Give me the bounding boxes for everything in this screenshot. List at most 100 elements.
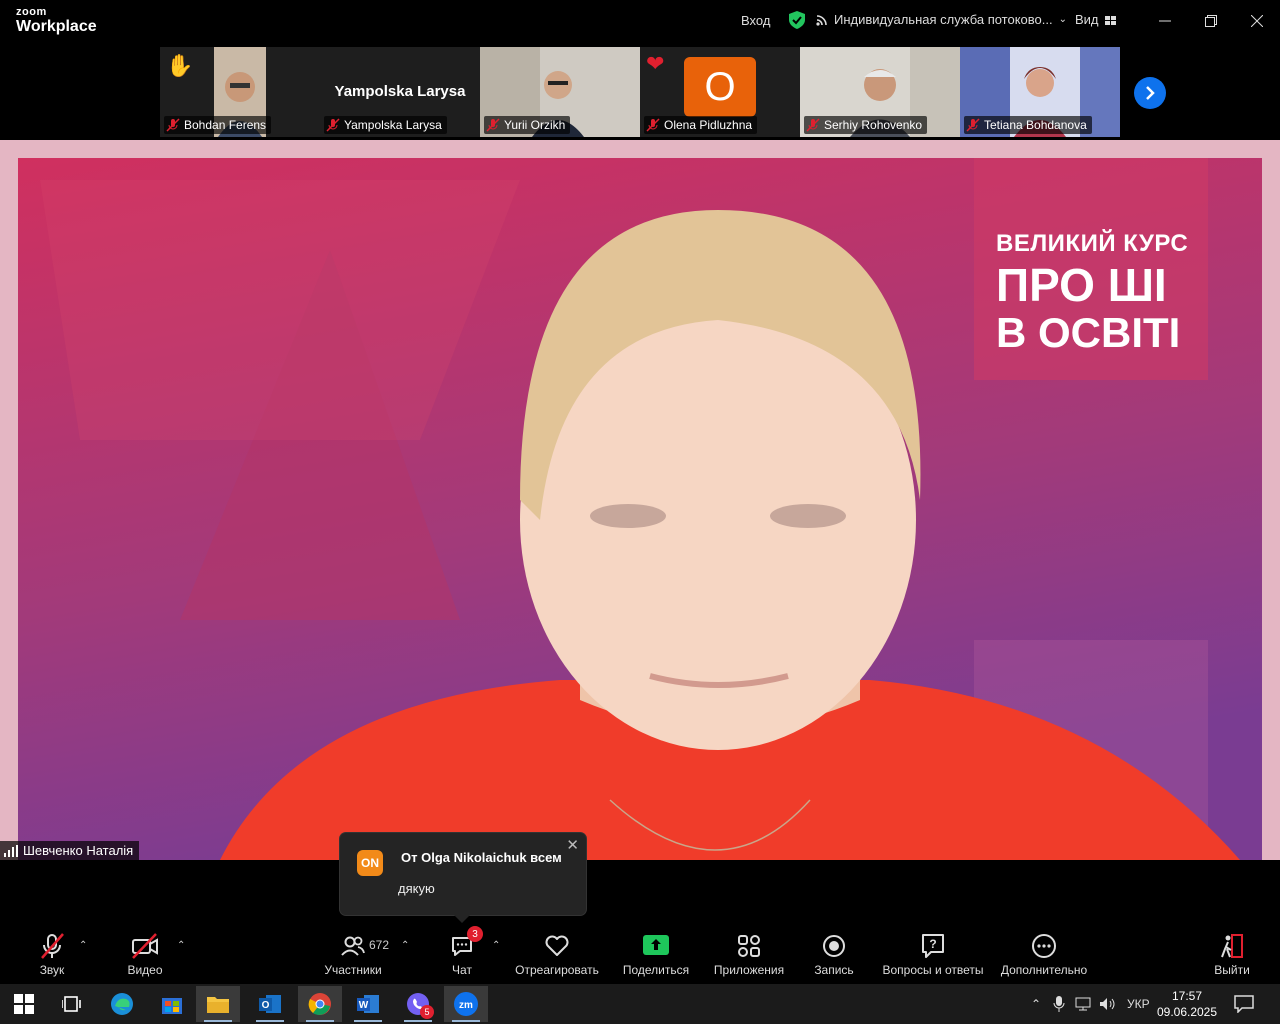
word-app[interactable]: W bbox=[346, 986, 390, 1022]
close-icon[interactable]: ✕ bbox=[566, 836, 579, 854]
logo-bottom-text: Workplace bbox=[16, 18, 97, 35]
stream-service-menu[interactable]: Индивидуальная служба потоково... ⌄ bbox=[816, 12, 1067, 27]
zoom-logo: zoom Workplace bbox=[16, 7, 97, 35]
participant-name: Tetiana Bohdanova bbox=[984, 118, 1087, 132]
chat-button[interactable]: 3 Чат bbox=[412, 926, 512, 977]
record-icon bbox=[823, 935, 845, 957]
participant-name-tag: Yampolska Larysa bbox=[324, 116, 447, 134]
heart-icon: ❤ bbox=[646, 51, 665, 76]
clock[interactable]: 17:57 09.06.2025 bbox=[1154, 988, 1220, 1020]
record-button[interactable]: Запись bbox=[784, 932, 884, 977]
zoom-icon: zm bbox=[454, 992, 478, 1016]
chrome-app[interactable] bbox=[298, 986, 342, 1022]
participant-name-tag: Serhiy Rohovenko bbox=[804, 116, 928, 134]
share-screen-icon bbox=[643, 935, 669, 955]
chevron-up-icon[interactable]: ⌃ bbox=[401, 940, 409, 951]
participant-tile[interactable]: Tetiana Bohdanova bbox=[960, 47, 1120, 137]
notifications-button[interactable] bbox=[1222, 986, 1266, 1022]
store-icon bbox=[162, 998, 182, 1014]
participant-name: Yampolska Larysa bbox=[344, 118, 442, 132]
banner-line1: ВЕЛИКИЙ КУРС bbox=[996, 230, 1189, 257]
minimize-button[interactable] bbox=[1152, 8, 1178, 34]
mic-muted-icon bbox=[646, 118, 660, 132]
windows-icon bbox=[14, 994, 34, 1014]
next-page-button[interactable] bbox=[1134, 77, 1166, 109]
participant-display-name: Yampolska Larysa bbox=[334, 83, 466, 100]
share-button[interactable]: Поделиться bbox=[606, 932, 706, 977]
participant-name-tag: Olena Pidluzhna bbox=[644, 116, 758, 134]
view-menu[interactable]: Вид bbox=[1075, 12, 1117, 27]
leave-button[interactable]: Выйти bbox=[1182, 932, 1280, 977]
react-button[interactable]: Отреагировать bbox=[507, 932, 607, 977]
microphone-icon[interactable] bbox=[1053, 996, 1065, 1012]
store-app[interactable] bbox=[150, 986, 194, 1022]
audio-label: Звук bbox=[39, 963, 65, 977]
network-icon[interactable] bbox=[1075, 997, 1091, 1011]
folder-icon bbox=[207, 997, 229, 1013]
start-button[interactable] bbox=[2, 986, 46, 1022]
participant-tile[interactable]: ❤ O Olena Pidluzhna bbox=[640, 47, 800, 137]
mic-muted-icon bbox=[41, 933, 64, 959]
edge-icon bbox=[111, 993, 133, 1015]
participant-tile[interactable]: ✋ Bohdan Ferens bbox=[160, 47, 320, 137]
speaker-name-tag: Шевченко Наталія bbox=[0, 841, 140, 860]
participant-name-tag: Tetiana Bohdanova bbox=[964, 116, 1092, 134]
participant-tile[interactable]: Yurii Orzikh bbox=[480, 47, 640, 137]
raised-hand-icon: ✋ bbox=[166, 53, 194, 78]
qa-label: Вопросы и ответы bbox=[882, 963, 984, 977]
viber-app[interactable]: 5 bbox=[396, 986, 440, 1022]
avatar: ON bbox=[357, 850, 383, 876]
mic-muted-icon bbox=[806, 118, 820, 132]
chevron-up-icon[interactable]: ⌃ bbox=[492, 940, 500, 951]
participants-icon bbox=[341, 936, 365, 956]
chat-notification[interactable]: ON От Olga Nikolaichuk всем дякую ✕ bbox=[340, 833, 586, 923]
close-icon bbox=[1251, 15, 1263, 27]
record-label: Запись bbox=[814, 963, 854, 977]
participant-name-tag: Yurii Orzikh bbox=[484, 116, 571, 134]
banner-line2: ПРО ШІ bbox=[996, 259, 1167, 311]
participant-name: Yurii Orzikh bbox=[504, 118, 566, 132]
banner-line3: В ОСВІТІ bbox=[996, 309, 1181, 356]
volume-icon[interactable] bbox=[1099, 997, 1117, 1011]
outlook-app[interactable]: O bbox=[248, 986, 292, 1022]
leave-label: Выйти bbox=[1214, 963, 1250, 977]
explorer-app[interactable] bbox=[196, 986, 240, 1022]
viber-badge: 5 bbox=[420, 1005, 434, 1019]
language-indicator[interactable]: УКР bbox=[1127, 997, 1150, 1011]
chat-label: Чат bbox=[452, 963, 472, 977]
speaker-name: Шевченко Наталія bbox=[23, 843, 134, 858]
tray-expand-icon[interactable]: ⌃ bbox=[1027, 997, 1045, 1011]
participant-name: Olena Pidluzhna bbox=[664, 118, 753, 132]
more-label: Дополнительно bbox=[1000, 963, 1088, 977]
zoom-app[interactable]: zm bbox=[444, 986, 488, 1022]
audio-button[interactable]: Звук bbox=[2, 932, 102, 977]
word-icon: W bbox=[357, 995, 379, 1013]
participant-tile[interactable]: Yampolska Larysa Yampolska Larysa bbox=[320, 47, 480, 137]
chevron-up-icon[interactable]: ⌃ bbox=[79, 940, 87, 951]
windows-taskbar: O W 5 zm ⌃ УКР 17:57 09.06.2025 bbox=[0, 984, 1280, 1024]
edge-app[interactable] bbox=[100, 986, 144, 1022]
close-window-button[interactable] bbox=[1244, 8, 1270, 34]
leave-icon bbox=[1221, 934, 1243, 958]
shield-check-icon[interactable] bbox=[789, 11, 805, 29]
qa-button[interactable]: ? Вопросы и ответы bbox=[882, 932, 984, 977]
svg-text:W: W bbox=[359, 1000, 369, 1011]
video-button[interactable]: Видео bbox=[95, 932, 195, 977]
signin-button[interactable]: Вход bbox=[741, 13, 770, 28]
task-view-icon bbox=[62, 996, 81, 1012]
chevron-up-icon[interactable]: ⌃ bbox=[177, 940, 185, 951]
mic-muted-icon bbox=[166, 118, 180, 132]
react-label: Отреагировать bbox=[515, 963, 599, 977]
chat-unread-badge: 3 bbox=[467, 926, 483, 942]
participant-tile[interactable]: Serhiy Rohovenko bbox=[800, 47, 960, 137]
participants-count: 672 bbox=[369, 938, 390, 952]
share-label: Поделиться bbox=[622, 963, 690, 977]
more-button[interactable]: Дополнительно bbox=[994, 932, 1094, 977]
svg-text:zm: zm bbox=[459, 1000, 473, 1011]
question-icon: ? bbox=[922, 934, 944, 958]
notification-icon bbox=[1234, 995, 1254, 1013]
task-view-button[interactable] bbox=[50, 986, 94, 1022]
toast-pointer bbox=[454, 915, 470, 923]
chevron-right-icon bbox=[1146, 86, 1155, 100]
restore-button[interactable] bbox=[1198, 8, 1224, 34]
